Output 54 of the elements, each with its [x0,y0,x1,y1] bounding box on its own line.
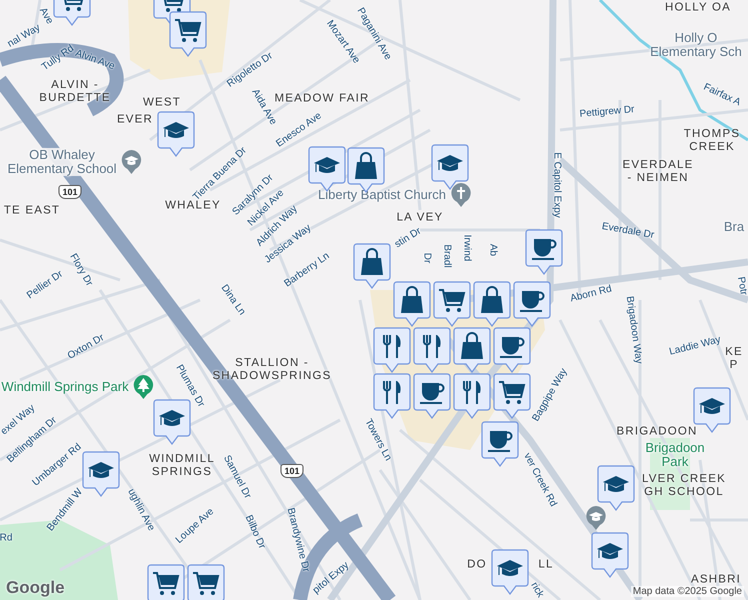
neighborhood-label: HOLLY OA [664,2,732,14]
place-label[interactable]: Holly O Elementary Sch [650,31,742,59]
neighborhood-label: WHALEY [165,200,221,212]
street-label: Ab [488,244,498,256]
shopping-cart-pin[interactable] [147,564,185,600]
neighborhood-label: WEST [142,96,182,110]
highway-shield: 101 [280,464,304,478]
street-label: Everdale Dr [601,221,655,241]
neighborhood-label: EVERDALE - NEIMEN [622,159,694,185]
neighborhood-label: STALLION - SHADOWSPRINGS [212,357,332,383]
street-label: rick [528,580,546,600]
place-label[interactable]: OB Whaley Elementary School [7,148,117,176]
street-label: Irwind [462,234,472,262]
graduation-cap-icon[interactable] [585,505,607,531]
shopping-cart-pin[interactable] [187,564,225,600]
place-label[interactable]: Liberty Baptist Church [318,188,446,202]
street-label: Oxton Dr [66,332,106,362]
street-label: stin Dr [392,226,424,250]
cross-icon[interactable] [450,182,472,208]
place-label[interactable]: Brigadoon Park [645,441,705,469]
neighborhood-label: KE P [725,346,743,372]
neighborhood-label: LA VEY [396,212,444,224]
street-label: ughlin Ave [125,487,157,533]
neighborhood-label: EVER [116,114,154,126]
street-label: Tully Rd [40,43,76,73]
street-label: Potr [735,276,748,296]
neighborhood-label: TE EAST [4,204,60,218]
neighborhood-label: DO [467,558,487,572]
street-label: Pettigrew Dr [579,104,635,120]
tree-icon[interactable] [132,374,155,400]
street-label: Bilbo Dr [242,514,268,550]
street-label: E Capitol Expy [552,152,562,218]
neighborhood-label: MEADOW FAIR [274,92,370,106]
neighborhood-label: LL [538,558,554,572]
street-label: Dr [422,252,432,264]
place-label[interactable]: Bra [724,220,744,234]
street-label: Alvin Ave [74,48,116,72]
street-label: Rd [0,532,12,544]
street-label: ver Creek Rd [521,451,559,509]
map-attribution: Map data ©2025 Google [630,586,744,597]
highway-shield: 101 [58,185,82,199]
graduation-cap-icon[interactable] [120,149,143,175]
neighborhood-label: BRIGADOON [616,426,698,438]
neighborhood-label: LVER CREEK GH SCHOOL [642,473,726,499]
place-label[interactable]: Windmill Springs Park [1,380,129,394]
street-label: Bradl [442,244,452,268]
map-logo: Google [6,578,65,598]
neighborhood-label: ASHBRI [690,574,742,586]
neighborhood-label: ALVIN - BURDETTE [39,79,111,105]
street-label: Aborn Rd [569,284,613,304]
street-label: Brigadoon Way [624,296,644,364]
street-label: Laddie Way [668,334,722,358]
neighborhood-label: WINDMILL SPRINGS [149,453,215,479]
neighborhood-label: THOMPS CREEK [684,128,740,154]
